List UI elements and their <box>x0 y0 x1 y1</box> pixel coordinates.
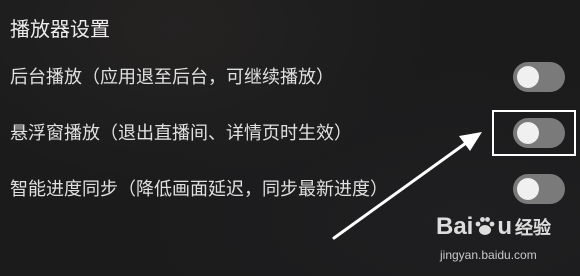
setting-row-background-play: 后台播放（应用退至后台，可继续播放） <box>0 58 580 98</box>
setting-row-smart-sync: 智能进度同步（降低画面延迟，同步最新进度） <box>0 170 580 210</box>
floating-window-toggle[interactable] <box>513 118 565 148</box>
setting-label: 智能进度同步（降低画面延迟，同步最新进度） <box>10 179 388 200</box>
watermark-logo: Bai u 经验 <box>436 212 551 244</box>
smart-sync-toggle[interactable] <box>513 174 565 204</box>
paw-icon <box>475 217 495 235</box>
background-play-toggle[interactable] <box>513 62 565 92</box>
toggle-knob <box>517 178 539 200</box>
watermark-logo-text: u <box>497 213 513 240</box>
watermark-logo-text: Bai <box>436 213 474 240</box>
setting-label: 后台播放（应用退至后台，可继续播放） <box>10 67 334 88</box>
setting-label: 悬浮窗播放（退出直播间、详情页时生效） <box>10 123 352 144</box>
baidu-jingyan-watermark: Bai u 经验 jingyan.baidu.com <box>436 212 576 272</box>
toggle-knob <box>517 66 539 88</box>
setting-row-floating-window: 悬浮窗播放（退出直播间、详情页时生效） <box>0 114 580 154</box>
toggle-knob <box>517 122 539 144</box>
watermark-url: jingyan.baidu.com <box>440 248 537 262</box>
watermark-logo-suffix: 经验 <box>515 218 552 239</box>
section-title: 播放器设置 <box>10 17 110 41</box>
